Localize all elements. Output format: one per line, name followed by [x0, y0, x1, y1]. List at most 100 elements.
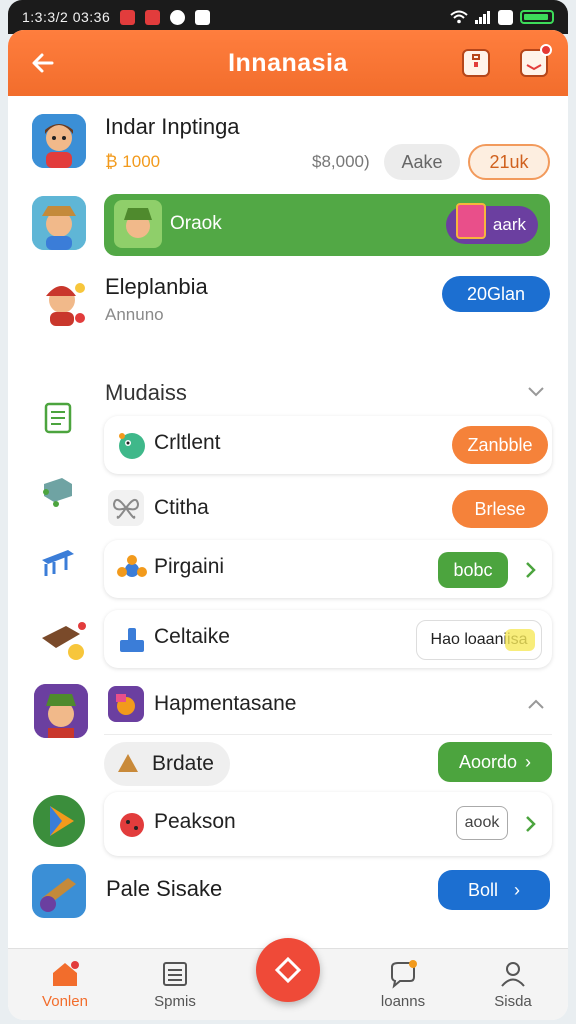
- wifi-icon: [450, 10, 468, 24]
- chocolate-icon: [42, 622, 86, 660]
- sync-icon: [170, 9, 186, 25]
- row-title-3: Eleplanbia: [105, 274, 208, 299]
- 21uk-button[interactable]: 21uk: [468, 144, 550, 180]
- item-label: Pirgaini: [154, 555, 225, 578]
- cannon-icon[interactable]: [32, 864, 86, 918]
- monster-icon: [119, 433, 145, 459]
- list-item-crltlent[interactable]: Crltlent Zanbble: [104, 416, 552, 474]
- character-avatar-icon: [34, 684, 88, 738]
- brdate-chip[interactable]: Brdate: [104, 742, 230, 786]
- list-item-pirgaini[interactable]: Pirgaini bobc: [104, 540, 552, 598]
- section-title-hapmentasane: Hapmentasane: [154, 692, 297, 715]
- home-icon: [53, 961, 79, 986]
- briefcase-button[interactable]: [462, 49, 490, 77]
- row-price-1: $8,000): [312, 152, 370, 171]
- avatar-section-2[interactable]: [34, 684, 88, 738]
- back-button[interactable]: [26, 46, 60, 80]
- chevron-right-icon[interactable]: [524, 560, 538, 580]
- chevron-right-icon[interactable]: [524, 814, 538, 834]
- character-thumb-icon: [114, 200, 162, 248]
- notification-dot: [540, 44, 552, 56]
- row-title-1: Indar Inptinga: [105, 114, 240, 139]
- chevron-down-icon[interactable]: [526, 384, 546, 398]
- nav-item-sisda[interactable]: Sisda: [458, 949, 568, 1020]
- aoordo-button[interactable]: Aoordo ›: [438, 742, 552, 782]
- item-label: Peakson: [154, 810, 236, 833]
- list-item-peakson[interactable]: Peakson aook: [104, 792, 552, 856]
- box-icon: [43, 478, 72, 507]
- item-label: Ctitha: [154, 496, 209, 519]
- card-icon: [456, 203, 486, 239]
- character-avatar-icon: [32, 196, 86, 250]
- list-item-celtaike[interactable]: Celtaike Hao loaaniisa: [104, 610, 552, 668]
- document-icon: [44, 402, 72, 434]
- aook-button[interactable]: aook: [456, 806, 508, 840]
- button-label: Aoordo: [458, 751, 518, 772]
- zanbble-button[interactable]: Zanbble: [452, 426, 548, 464]
- status-time: 1:3:3/2 03:36: [22, 9, 111, 25]
- app-screen: Innanasia Indar Inptinga ₿ 1000 $8,000) …: [8, 30, 568, 1020]
- notification-icon: [120, 9, 136, 25]
- flower-icon: [117, 555, 147, 577]
- nav-label: Vonlen: [42, 993, 88, 1010]
- signal-icon: [475, 11, 490, 24]
- nav-label: Sisda: [494, 993, 532, 1010]
- center-action-button[interactable]: [256, 938, 320, 1002]
- boll-button[interactable]: Boll ›: [438, 870, 550, 910]
- highlight-icon: [505, 629, 535, 651]
- banner-title: Oraok: [170, 213, 222, 234]
- chevron-right-icon: ›: [514, 879, 520, 900]
- character-avatar-icon: [32, 114, 86, 168]
- nav-item-vonlen[interactable]: Vonlen: [10, 949, 120, 1020]
- bobc-button[interactable]: bobc: [438, 552, 508, 588]
- arrow-left-icon: [32, 53, 54, 73]
- chat-icon: [391, 960, 417, 989]
- blocks-icon: [120, 628, 144, 652]
- butterfly-icon: [108, 490, 144, 526]
- chevron-right-icon: ›: [525, 751, 532, 772]
- game-app-icon: [108, 686, 144, 722]
- nav-item-loanns[interactable]: loanns: [348, 949, 458, 1020]
- diamond-icon: [274, 956, 302, 984]
- status-bar: 1:3:3/2 03:36: [8, 0, 568, 34]
- sim-icon: [498, 9, 513, 25]
- chip-label: Brdate: [152, 752, 214, 775]
- divider: [104, 734, 552, 735]
- bench-icon: [42, 550, 74, 576]
- row-title-pale-sisake: Pale Sisake: [106, 876, 223, 901]
- list-icon: [163, 962, 187, 986]
- 20glan-button[interactable]: 20Glan: [442, 276, 550, 312]
- bread-icon: [118, 754, 138, 772]
- inbox-button[interactable]: [520, 44, 552, 77]
- aake-button[interactable]: Aake: [384, 144, 460, 180]
- battery-icon: [520, 10, 554, 24]
- item-label: Celtaike: [154, 625, 230, 648]
- chevron-up-icon[interactable]: [526, 698, 546, 712]
- oraok-banner[interactable]: Oraok aark: [104, 194, 550, 256]
- character-avatar-icon: [46, 283, 85, 326]
- button-label: Boll: [467, 879, 498, 900]
- profile-icon: [501, 962, 525, 987]
- nav-label: Spmis: [154, 993, 196, 1010]
- nav-item-spmis[interactable]: Spmis: [120, 949, 230, 1020]
- list-item-ctitha[interactable]: Ctitha Brlese: [104, 486, 552, 530]
- avatar-2[interactable]: [32, 196, 86, 250]
- aark-badge[interactable]: aark: [446, 203, 538, 244]
- brlese-button[interactable]: Brlese: [452, 490, 548, 528]
- row-subtitle-3: Annuno: [105, 305, 164, 324]
- app-bar: Innanasia: [8, 30, 568, 96]
- briefcase-icon: [472, 54, 480, 67]
- message-icon: [195, 9, 211, 25]
- row-amount-1: ₿ 1000: [105, 152, 161, 171]
- section-title-mudaiss: Mudaiss: [105, 380, 187, 405]
- page-title: Innanasia: [228, 48, 348, 77]
- item-label: Crltlent: [154, 431, 221, 454]
- badge-label: aark: [492, 215, 526, 234]
- ladybug-icon: [120, 813, 144, 837]
- play-store-icon[interactable]: [32, 794, 86, 848]
- avatar-1[interactable]: [32, 114, 86, 168]
- nav-label: loanns: [380, 993, 426, 1010]
- app-icon: [145, 9, 161, 25]
- avatar-3[interactable]: [36, 274, 90, 328]
- hao-loaaniisa-button[interactable]: Hao loaaniisa: [416, 620, 542, 660]
